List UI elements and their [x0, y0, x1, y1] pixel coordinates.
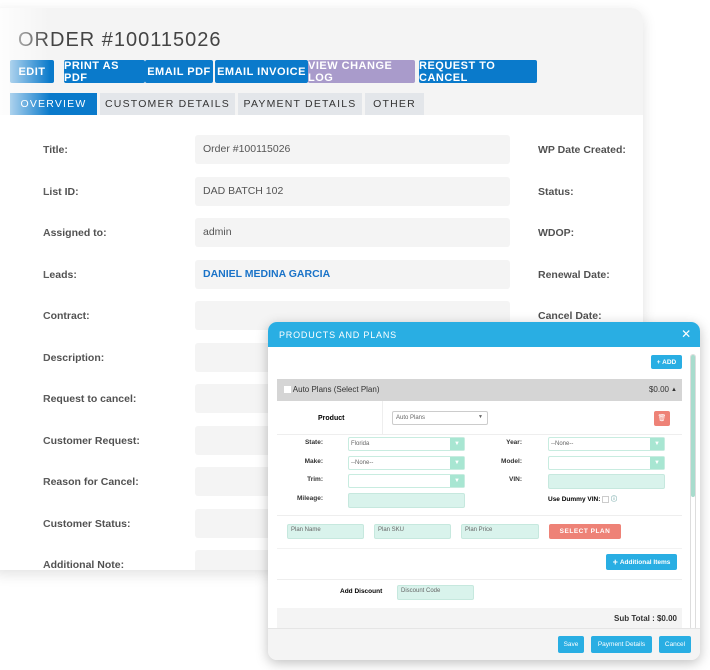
field-label: Reason for Cancel: — [43, 476, 139, 488]
product-select[interactable]: Auto Plans ▼ — [392, 411, 488, 425]
save-button[interactable]: Save — [558, 636, 584, 653]
request-to-cancel-button[interactable]: REQUEST TO CANCEL — [419, 60, 537, 84]
products-and-plans-modal: PRODUCTS AND PLANS ✕ + ADD Auto Plans (S… — [268, 322, 700, 660]
field-label: Status: — [538, 185, 574, 198]
info-icon: ⓘ — [611, 497, 618, 503]
vin-input[interactable] — [548, 474, 665, 489]
field-label: WDOP: — [538, 227, 575, 239]
tab-overview[interactable]: OVERVIEW — [10, 93, 97, 115]
field-label: Customer Request: — [43, 434, 140, 447]
close-icon[interactable]: ✕ — [681, 327, 692, 341]
year-select[interactable]: --None-- ▼ — [548, 437, 665, 451]
additional-items-button[interactable]: + Additional Items — [606, 554, 677, 570]
plan-price-input[interactable]: Plan Price — [461, 524, 539, 539]
plan-name-input[interactable]: Plan Name — [287, 524, 364, 539]
select-plan-button[interactable]: SELECT PLAN — [549, 524, 621, 539]
model-select[interactable]: ▼ — [548, 456, 665, 470]
field-label: List ID: — [43, 185, 79, 198]
field-label: Request to cancel: — [43, 393, 137, 405]
field-input[interactable]: admin — [195, 218, 510, 247]
trim-select[interactable]: ▼ — [348, 474, 465, 488]
field-label: Renewal Date: — [538, 268, 610, 281]
mileage-input[interactable] — [348, 493, 465, 508]
field-label: Customer Status: — [43, 517, 131, 530]
edit-button[interactable]: EDIT — [10, 60, 54, 83]
section-checkbox[interactable] — [284, 386, 291, 394]
field-label: Cancel Date: — [538, 310, 602, 322]
field-label: Description: — [43, 351, 105, 364]
add-button[interactable]: + ADD — [651, 355, 682, 369]
dummy-vin-checkbox[interactable] — [602, 495, 610, 503]
payment-details-button[interactable]: Payment Details — [591, 636, 652, 653]
field-label: Additional Note: — [43, 559, 125, 570]
field-label: Title: — [43, 144, 68, 156]
cancel-button[interactable]: Cancel — [659, 636, 691, 653]
email-pdf-button[interactable]: EMAIL PDF — [145, 60, 213, 83]
make-select[interactable]: --None-- ▼ — [348, 456, 465, 470]
tab-payment-details[interactable]: PAYMENT DETAILS — [238, 93, 362, 115]
plan-sku-input[interactable]: Plan SKU — [374, 524, 451, 539]
field-input[interactable]: Order #100115026 — [195, 135, 510, 164]
modal-header: PRODUCTS AND PLANS ✕ — [268, 322, 700, 347]
tab-other[interactable]: OTHER — [365, 93, 424, 115]
tab-customer-details[interactable]: CUSTOMER DETAILS — [100, 93, 235, 115]
state-select[interactable]: Florida ▼ — [348, 437, 465, 451]
scrollbar[interactable] — [690, 354, 696, 630]
email-invoice-button[interactable]: EMAIL INVOICE — [215, 60, 308, 83]
caret-up-icon: ▲ — [671, 387, 677, 393]
field-label: Assigned to: — [43, 227, 107, 239]
field-label: Leads: — [43, 268, 77, 281]
view-change-log-button[interactable]: VIEW CHANGE LOG — [308, 60, 415, 84]
discount-code-input[interactable]: Discount Code — [397, 585, 474, 600]
page-title: ORDER #100115026 — [18, 29, 222, 51]
trash-icon[interactable]: 🗑 — [654, 411, 670, 426]
plan-section-header[interactable]: Auto Plans (Select Plan) $0.00 ▲ — [277, 379, 682, 401]
print-as-pdf-button[interactable]: PRINT AS PDF — [64, 60, 145, 84]
modal-title: PRODUCTS AND PLANS — [279, 330, 397, 340]
plus-icon: + — [612, 557, 618, 567]
field-label: Contract: — [43, 310, 90, 322]
subtotal: Sub Total : $0.00 — [614, 614, 677, 623]
field-input[interactable]: DANIEL MEDINA GARCIA — [195, 259, 510, 289]
field-label: WP Date Created: — [538, 144, 626, 156]
field-input[interactable]: DAD BATCH 102 — [195, 176, 510, 206]
